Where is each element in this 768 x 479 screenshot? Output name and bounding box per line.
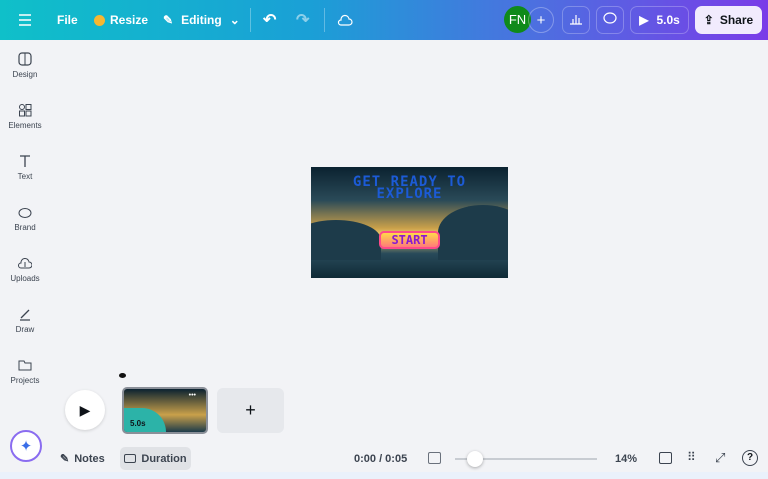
start-button-graphic[interactable]: START xyxy=(379,231,440,249)
elements-icon xyxy=(19,104,32,117)
file-menu[interactable]: File xyxy=(57,0,78,40)
resize-label: Resize xyxy=(110,13,149,27)
sidebar-label: Projects xyxy=(10,376,40,385)
file-label: File xyxy=(57,13,78,27)
divider xyxy=(324,8,325,32)
notes-label: Notes xyxy=(74,452,105,465)
duration-badge: 5.0s xyxy=(124,408,166,432)
thumbnails-icon[interactable]: ⠿ xyxy=(687,450,696,464)
brand-icon xyxy=(18,208,32,218)
sidebar-item-draw[interactable]: Draw xyxy=(0,307,50,334)
notes-button[interactable]: ✎ Notes xyxy=(60,447,105,470)
bottom-bar: ✎ Notes Duration 0:00 / 0:05 14% ⠿ ⤢ ? xyxy=(0,445,768,472)
sidebar-item-brand[interactable]: Brand xyxy=(0,205,50,232)
top-toolbar: File Resize ✎ Editing ⌄ ↶ ↷ FN + ▶ 5.0s ⇪ Sh… xyxy=(0,0,768,40)
timeline-page-thumbnail[interactable]: 5.0s ••• xyxy=(122,387,208,434)
share-label: Share xyxy=(719,13,754,27)
upload-icon: ⇪ xyxy=(703,13,714,27)
draw-icon xyxy=(20,309,30,321)
present-button[interactable]: ▶ 5.0s xyxy=(630,6,689,34)
sidebar-label: Text xyxy=(17,172,33,181)
invite-button[interactable]: + xyxy=(528,7,554,33)
text-icon xyxy=(20,155,30,167)
sidebar-label: Design xyxy=(12,70,38,79)
resize-button[interactable]: Resize xyxy=(94,0,148,40)
comments-button[interactable] xyxy=(596,6,624,34)
design-canvas[interactable]: GET READY TO EXPLORE START xyxy=(311,167,508,278)
sidebar-item-uploads[interactable]: Uploads xyxy=(0,256,50,283)
page-duration: 5.0s xyxy=(130,419,146,428)
grid-view-icon[interactable] xyxy=(659,452,672,464)
chevron-down-icon: ⌄ xyxy=(229,13,240,27)
plus-icon: + xyxy=(245,400,256,420)
playhead-marker[interactable] xyxy=(119,373,126,378)
avatar[interactable]: FN xyxy=(504,6,531,33)
zoom-slider[interactable] xyxy=(455,451,597,467)
duration-label: Duration xyxy=(141,452,187,465)
sidebar-label: Draw xyxy=(15,325,35,334)
notes-icon: ✎ xyxy=(60,453,70,465)
editing-mode-dropdown[interactable]: ✎ Editing ⌄ xyxy=(163,0,240,40)
play-button[interactable]: ▶ xyxy=(65,390,105,430)
redo-icon[interactable]: ↷ xyxy=(296,0,309,40)
insights-button[interactable] xyxy=(562,6,590,34)
bottom-strip xyxy=(0,472,768,479)
sidebar-item-projects[interactable]: Projects xyxy=(0,358,50,385)
zoom-slider-thumb[interactable] xyxy=(466,451,483,467)
bar-chart-icon xyxy=(569,13,583,28)
design-icon xyxy=(18,52,32,66)
undo-icon[interactable]: ↶ xyxy=(263,0,276,40)
design-title[interactable]: GET READY TO EXPLORE xyxy=(311,175,508,202)
share-button[interactable]: ⇪ Share xyxy=(695,6,762,34)
mountain-left xyxy=(311,220,381,260)
sidebar-item-text[interactable]: Text xyxy=(0,154,50,181)
sidebar-item-design[interactable]: Design xyxy=(0,52,50,79)
sidebar-item-elements[interactable]: Elements xyxy=(0,103,50,130)
more-icon[interactable]: ••• xyxy=(189,392,196,399)
help-icon[interactable]: ? xyxy=(742,450,758,466)
zoom-level[interactable]: 14% xyxy=(615,453,637,465)
sidebar: Design Elements Text Brand Uploads Draw … xyxy=(0,40,50,440)
divider xyxy=(250,8,251,32)
mountain-right xyxy=(438,205,508,260)
editing-label: Editing xyxy=(181,13,222,27)
sidebar-label: Elements xyxy=(8,121,42,130)
cloud-saved-icon[interactable] xyxy=(337,0,353,40)
fullscreen-icon[interactable]: ⤢ xyxy=(715,450,725,466)
sidebar-label: Brand xyxy=(14,223,36,232)
sidebar-label: Uploads xyxy=(10,274,40,283)
folder-icon xyxy=(18,360,32,371)
title-line-2: EXPLORE xyxy=(376,186,443,202)
play-icon: ▶ xyxy=(639,13,649,27)
video-icon xyxy=(124,454,137,463)
cloud-upload-icon xyxy=(18,258,32,269)
time-readout: 0:00 / 0:05 xyxy=(354,453,408,465)
play-icon: ▶ xyxy=(79,401,91,418)
page-view-icon[interactable] xyxy=(428,452,441,464)
avatar-initials: FN xyxy=(508,12,527,27)
duration-button[interactable]: Duration xyxy=(120,447,191,470)
menu-icon[interactable] xyxy=(18,0,32,40)
present-duration: 5.0s xyxy=(656,13,680,27)
add-page-button[interactable]: + xyxy=(217,388,284,433)
pencil-icon: ✎ xyxy=(163,13,174,27)
crown-icon xyxy=(94,14,105,26)
comment-icon xyxy=(603,12,617,28)
